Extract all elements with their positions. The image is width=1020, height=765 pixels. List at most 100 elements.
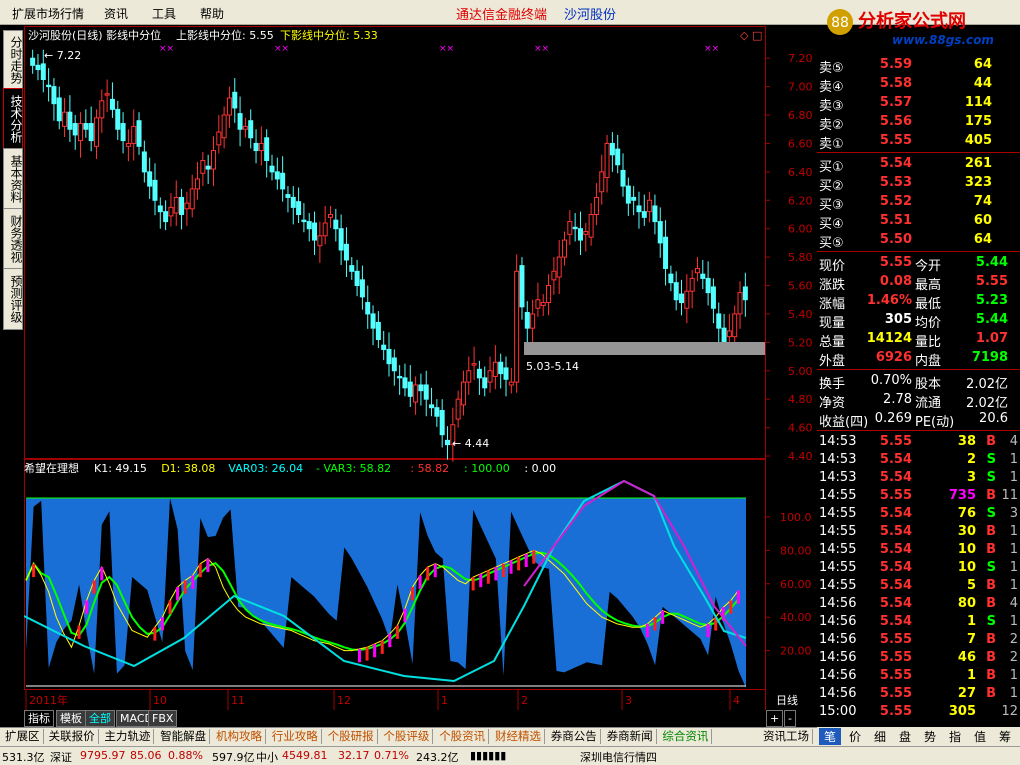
function-tab[interactable]: 智能解盘: [157, 729, 211, 744]
tick-side: S: [986, 560, 996, 575]
candle-body: [365, 302, 371, 315]
side-tab-technical[interactable]: 技术分析: [3, 88, 23, 150]
side-tab-rating[interactable]: 预测评级: [3, 268, 23, 330]
side-tab-basic-info[interactable]: 基本资料: [3, 148, 23, 210]
side-tab-financial[interactable]: 财务透视: [3, 208, 23, 270]
ask-price: 5.58: [879, 76, 912, 91]
menu-bar: 扩展市场行情 资讯 工具 帮助 通达信金融终端 沙河股份 88 分析家公式网 w…: [0, 0, 1020, 47]
quote-tab[interactable]: 笔: [819, 728, 841, 745]
menu-item-news[interactable]: 资讯: [104, 5, 128, 22]
tab-all[interactable]: 全部: [85, 710, 115, 727]
ask-row: 卖⑤ 5.59 64: [817, 56, 1020, 76]
band-annotation: 5.03-5.14: [526, 360, 579, 373]
candle-body: [269, 165, 275, 173]
candle-body: [556, 256, 562, 278]
fund-value: 0.269: [874, 411, 912, 426]
candle-body: [248, 120, 254, 139]
stat-value: 5.23: [975, 293, 1008, 308]
zoom-in-button[interactable]: +: [766, 710, 784, 727]
candle-body: [551, 270, 557, 281]
bid-row: 买③ 5.52 74: [817, 193, 1020, 213]
candle-body: [615, 148, 621, 166]
quote-tab[interactable]: 细: [869, 728, 891, 745]
stat-value: 5.44: [975, 312, 1008, 327]
candle-body: [673, 282, 679, 301]
menu-item-tools[interactable]: 工具: [152, 5, 176, 22]
fund-value: 2.78: [883, 392, 912, 407]
quote-tab[interactable]: 价: [844, 728, 866, 745]
tick-price: 5.55: [879, 704, 912, 719]
function-tab[interactable]: 主力轨迹: [101, 729, 155, 744]
function-tab[interactable]: 扩展区: [2, 729, 44, 744]
candle-body: [88, 123, 94, 142]
candle-body: [232, 91, 238, 109]
quote-tab[interactable]: 指: [944, 728, 966, 745]
bid-label: 买③: [819, 198, 844, 213]
chart-area[interactable]: 沙河股份(日线) 影线中分位 上影线中分位: 5.55 下影线中分位: 5.33…: [24, 26, 816, 710]
logo-text: 分析家公式网: [858, 10, 966, 32]
zoom-out-button[interactable]: -: [784, 710, 796, 727]
function-tab[interactable]: 券商新闻: [604, 729, 657, 744]
tab-indicator[interactable]: 指标: [24, 710, 54, 727]
function-tab[interactable]: 个股资讯: [436, 729, 490, 744]
side-tab-intraday[interactable]: 分时走势: [3, 30, 23, 90]
candle-body: [546, 285, 552, 304]
stat-value: 7198: [971, 350, 1008, 365]
candle-body: [375, 321, 381, 341]
candle-body: [343, 243, 349, 261]
tick-row: 14:56 5.55 27 B 1: [817, 685, 1020, 704]
fund-row: 收益(四) 0.269 PE(动) 20.6: [817, 410, 1020, 430]
indicator-value: : 58.82: [410, 462, 449, 475]
stat-value: 6926: [875, 350, 912, 365]
quote-tab[interactable]: 盘: [894, 728, 916, 745]
tick-price: 5.54: [879, 506, 912, 521]
price-band-rect: [524, 342, 765, 355]
tab-template[interactable]: 模板: [56, 710, 86, 727]
tick-row: 14:56 5.54 80 B 4: [817, 595, 1020, 614]
date-tick-label: 4: [733, 694, 740, 707]
tick-time: 14:53: [819, 434, 857, 449]
function-tab[interactable]: 关联报价: [46, 729, 99, 744]
indicator-value: D1: 38.08: [161, 462, 215, 475]
function-tab[interactable]: 财经精选: [492, 729, 545, 744]
candle-body: [540, 302, 546, 306]
candle-body: [636, 205, 642, 213]
candle-body: [67, 111, 73, 130]
ask-row: 卖④ 5.58 44: [817, 75, 1020, 95]
function-tab[interactable]: 个股评级: [380, 729, 434, 744]
stat-label: 量比: [915, 335, 942, 350]
function-tab[interactable]: 资讯工场: [760, 729, 813, 744]
function-tab[interactable]: 行业攻略: [269, 729, 322, 744]
candle-body: [258, 142, 264, 152]
candle-body: [434, 407, 440, 417]
menu-item-ext-market[interactable]: 扩展市场行情: [12, 5, 84, 22]
candle-body: [173, 196, 179, 214]
ask-label: 卖④: [819, 80, 844, 95]
event-marker-icon: ××: [159, 44, 174, 54]
stat-label: 涨幅: [819, 297, 846, 312]
tick-volume: 5: [966, 578, 976, 593]
tick-row: 14:56 5.54 1 S 1: [817, 613, 1020, 632]
tick-count: 1: [1009, 578, 1018, 593]
ask-price: 5.55: [879, 133, 912, 148]
menu-item-help[interactable]: 帮助: [200, 5, 224, 22]
candle-body: [78, 123, 84, 142]
tick-time: 14:56: [819, 632, 857, 647]
candle-body: [657, 221, 663, 244]
function-tab[interactable]: 机构攻略: [213, 729, 266, 744]
function-tab[interactable]: 综合资讯: [659, 729, 713, 744]
tick-count: 12: [1001, 704, 1018, 719]
function-tab[interactable]: 券商公告: [548, 729, 601, 744]
price-tick-label: 7.00: [788, 81, 813, 94]
indicator-value: : 0.00: [524, 462, 556, 475]
tick-row: 14:55 5.54 76 S 3: [817, 505, 1020, 524]
ask-label: 卖③: [819, 99, 844, 114]
quote-tab[interactable]: 势: [919, 728, 941, 745]
quote-tab[interactable]: 值: [969, 728, 991, 745]
tick-count: 2: [1009, 632, 1018, 647]
function-tab[interactable]: 个股研报: [325, 729, 378, 744]
quote-tab[interactable]: 筹: [994, 728, 1016, 745]
tab-fbx[interactable]: FBX: [148, 710, 178, 727]
fund-row: 净资 2.78 流通 2.02亿: [817, 391, 1020, 411]
fund-value: 20.6: [979, 411, 1008, 426]
